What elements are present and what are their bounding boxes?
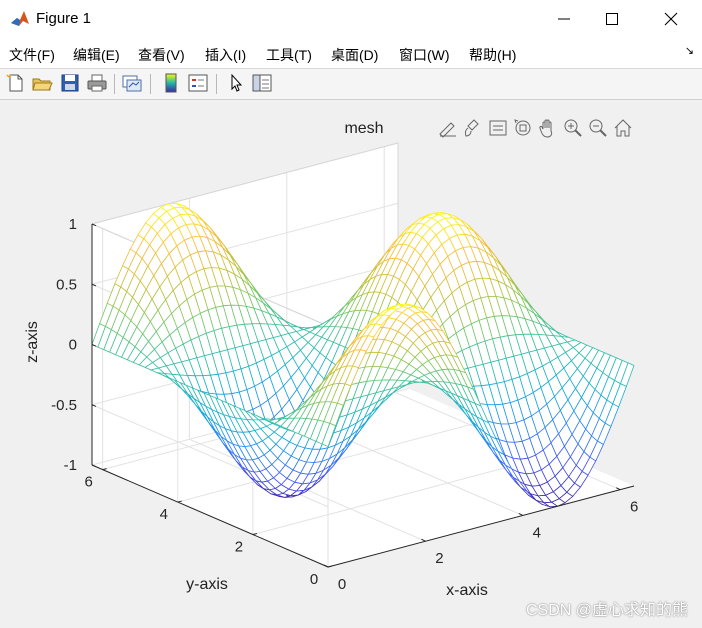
- figure-toolbar: [0, 69, 702, 100]
- x-tick-label: 0: [338, 576, 346, 593]
- new-figure-icon[interactable]: [5, 72, 27, 94]
- z-tick-label: 0.5: [56, 276, 77, 293]
- zoom-in-icon[interactable]: [562, 117, 584, 139]
- pan-icon[interactable]: [537, 117, 559, 139]
- minimize-button[interactable]: [541, 0, 587, 38]
- x-tick-label: 4: [533, 524, 541, 541]
- menu-bar: 文件(F) 编辑(E) 查看(V) 插入(I) 工具(T) 桌面(D) 窗口(W…: [0, 38, 702, 69]
- window-titlebar: Figure 1: [0, 0, 702, 38]
- menu-view[interactable]: 查看(V): [138, 45, 185, 65]
- data-tips-icon[interactable]: [487, 117, 509, 139]
- close-button[interactable]: [648, 0, 694, 38]
- link-plot-icon[interactable]: [121, 72, 143, 94]
- zoom-out-icon[interactable]: [587, 117, 609, 139]
- watermark: CSDN @虚心求知的熊: [525, 602, 688, 619]
- mesh-plot[interactable]: 0 2 4 6 0 2 4 6 -1 -0.5 0 0.5 1 mesh x-axis y-axis z…: [0, 100, 702, 628]
- y-tick-label: 2: [235, 539, 243, 556]
- z-tick-label: -0.5: [51, 397, 77, 414]
- z-tick-label: 1: [69, 216, 77, 233]
- toolbar-separator: [216, 74, 217, 94]
- menu-file[interactable]: 文件(F): [9, 45, 55, 65]
- close-icon: [664, 12, 678, 26]
- menu-insert[interactable]: 插入(I): [205, 45, 246, 65]
- open-file-icon[interactable]: [31, 72, 53, 94]
- toolbar-separator: [114, 74, 115, 94]
- plot-title: mesh: [344, 120, 383, 137]
- home-icon[interactable]: [612, 117, 634, 139]
- y-tick-label: 6: [84, 474, 92, 491]
- menu-window[interactable]: 窗口(W): [399, 45, 450, 65]
- x-tick-label: 2: [435, 550, 443, 567]
- toolbar-separator: [150, 74, 151, 94]
- property-inspector-icon[interactable]: [251, 72, 273, 94]
- minimize-icon: [558, 18, 570, 20]
- menu-desktop[interactable]: 桌面(D): [331, 45, 378, 65]
- x-axis-label: x-axis: [446, 582, 488, 599]
- menu-help[interactable]: 帮助(H): [469, 45, 516, 65]
- z-tick-label: -1: [64, 457, 77, 474]
- maximize-icon: [606, 13, 618, 25]
- menu-tools[interactable]: 工具(T): [266, 45, 312, 65]
- x-tick-label: 6: [630, 499, 638, 516]
- colorbar-icon[interactable]: [160, 72, 182, 94]
- export-icon[interactable]: [437, 117, 459, 139]
- maximize-button[interactable]: [589, 0, 635, 38]
- y-axis-label: y-axis: [186, 576, 228, 593]
- window-title: Figure 1: [36, 10, 92, 27]
- pointer-icon[interactable]: [225, 72, 247, 94]
- y-tick-label: 0: [310, 571, 318, 588]
- legend-icon[interactable]: [187, 72, 209, 94]
- rotate-3d-icon[interactable]: [512, 117, 534, 139]
- brush-icon[interactable]: [462, 117, 484, 139]
- z-axis-label: z-axis: [24, 321, 41, 363]
- z-tick-label: 0: [69, 337, 77, 354]
- print-icon[interactable]: [86, 72, 108, 94]
- dock-arrow-icon[interactable]: ↘: [685, 44, 694, 57]
- save-icon[interactable]: [59, 72, 81, 94]
- y-tick-label: 4: [160, 506, 168, 523]
- menu-edit[interactable]: 编辑(E): [73, 45, 120, 65]
- matlab-logo-icon: [10, 9, 30, 29]
